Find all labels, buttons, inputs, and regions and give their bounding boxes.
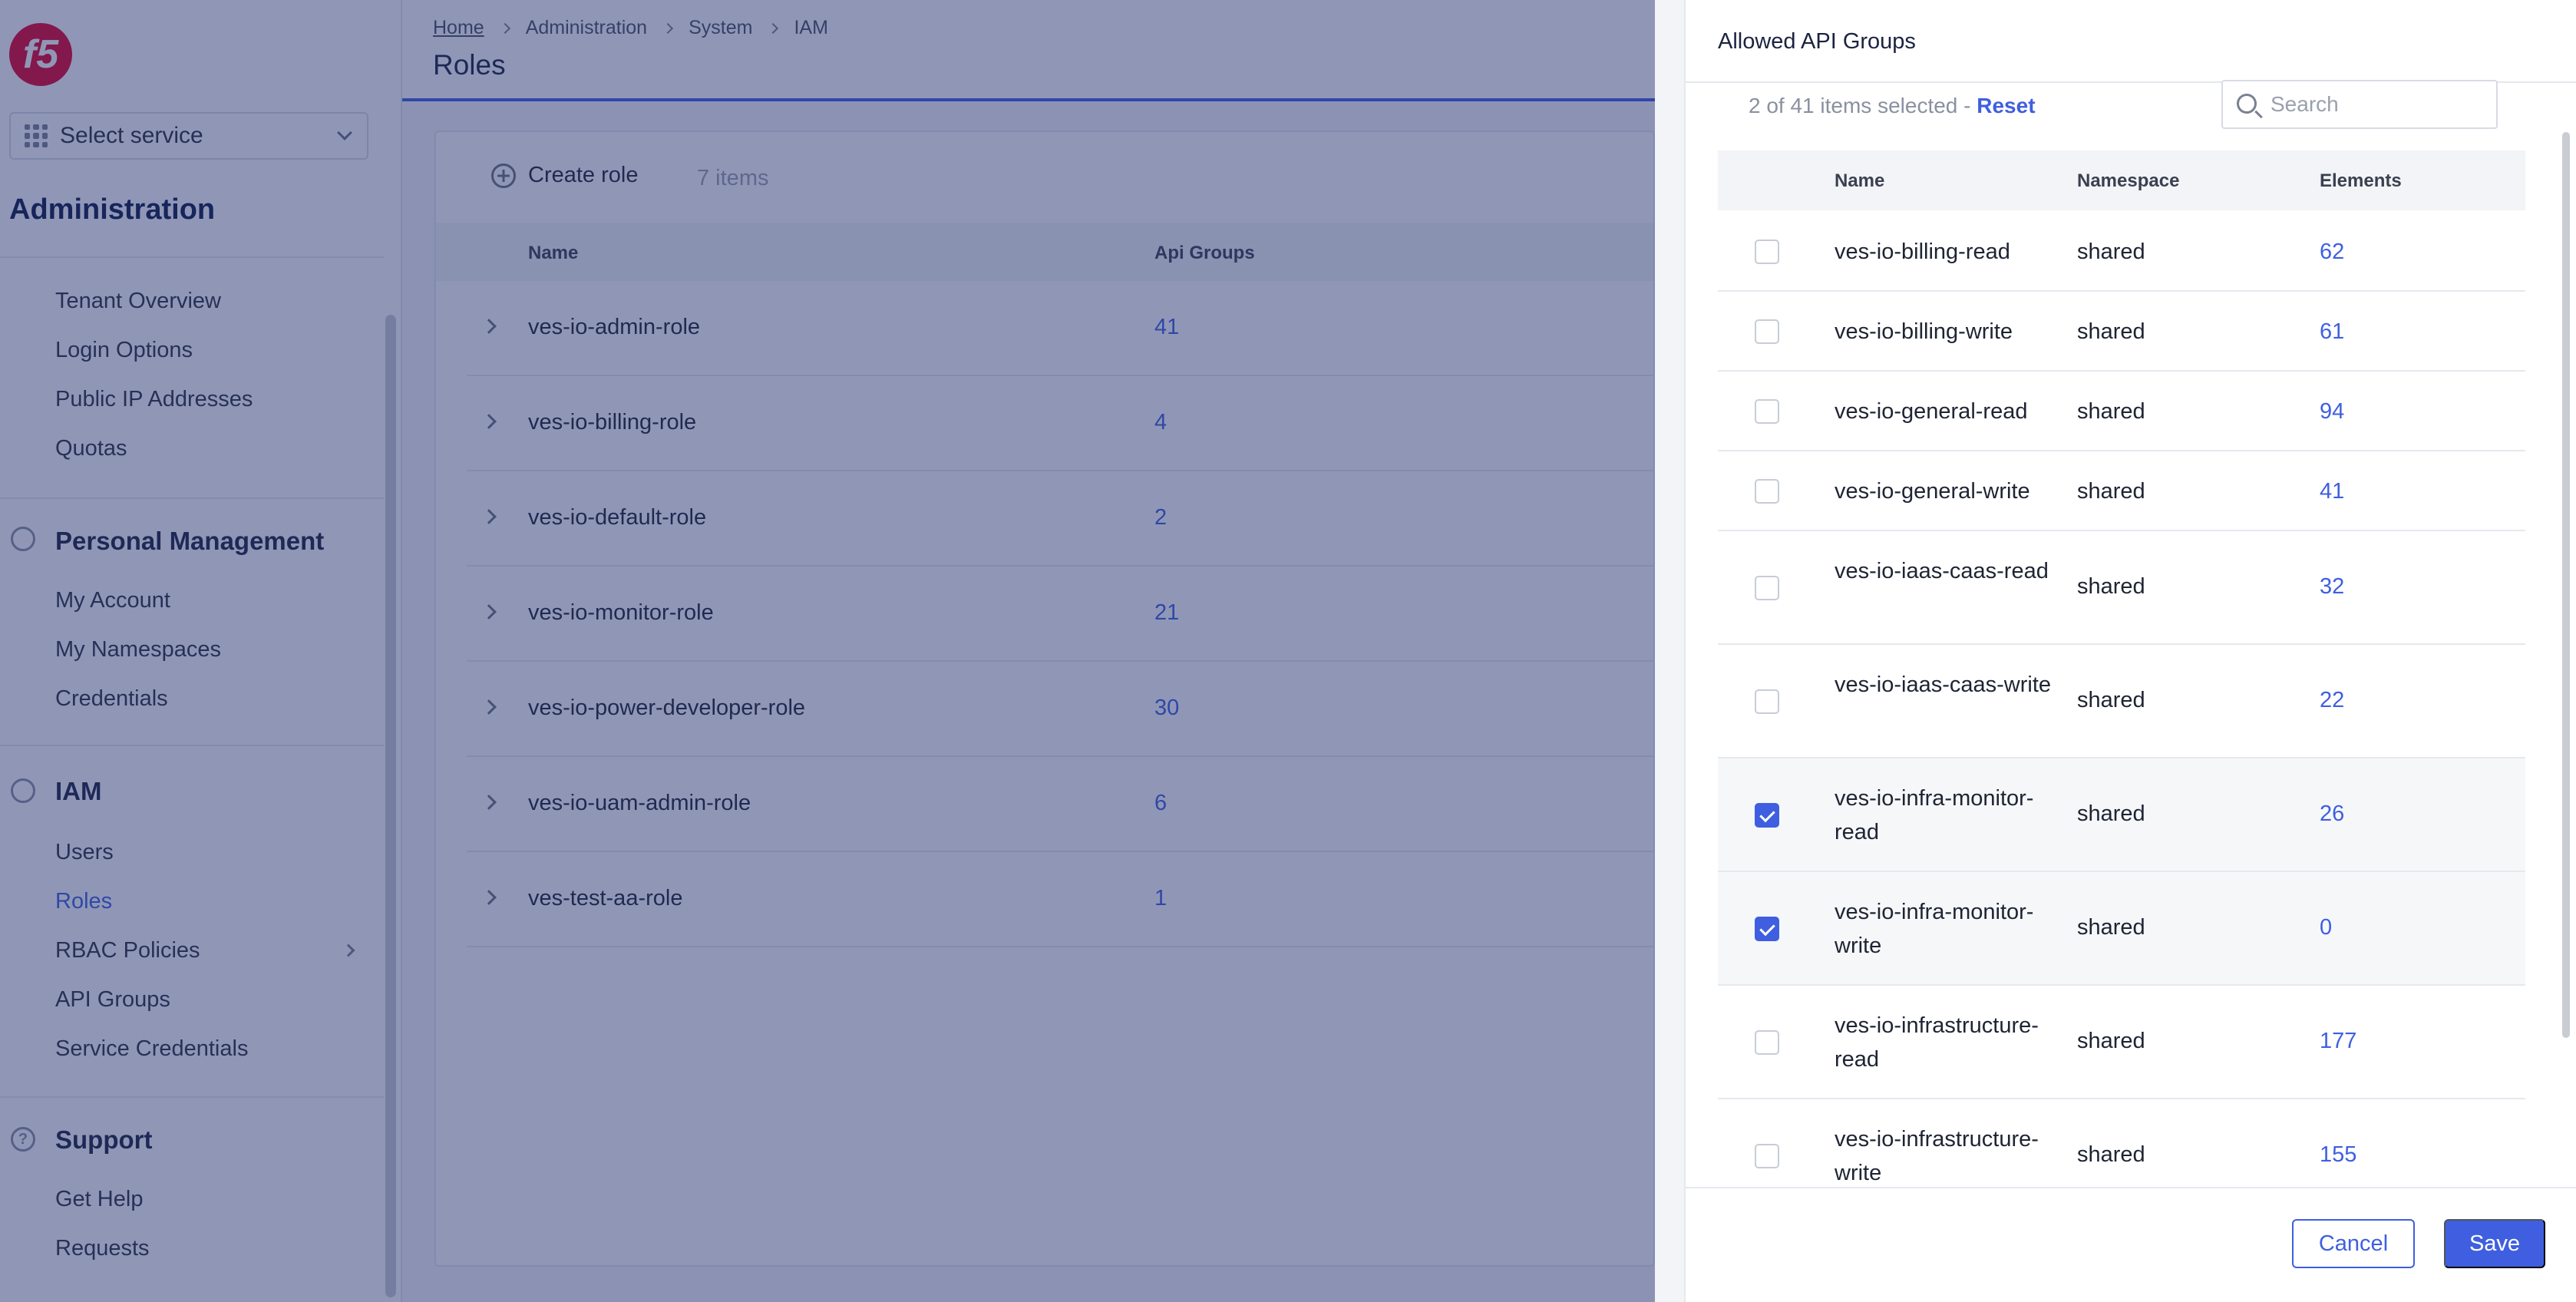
search-placeholder: Search [2271, 92, 2339, 116]
reset-link[interactable]: Reset [1977, 94, 2035, 117]
row-checkbox[interactable] [1755, 689, 1779, 714]
api-group-elements[interactable]: 177 [2320, 1029, 2356, 1054]
api-group-name: ves-io-general-read [1835, 399, 2028, 424]
api-group-namespace: shared [2077, 915, 2145, 940]
table-row[interactable]: ves-io-iaas-caas-write shared 22 [1718, 645, 2525, 758]
row-checkbox[interactable] [1755, 479, 1779, 504]
table-row[interactable]: ves-io-billing-read shared 62 [1718, 212, 2525, 292]
row-checkbox[interactable] [1755, 319, 1779, 344]
api-group-elements[interactable]: 61 [2320, 319, 2344, 345]
api-group-elements[interactable]: 26 [2320, 801, 2344, 827]
api-group-elements[interactable]: 22 [2320, 688, 2344, 713]
allowed-api-groups-drawer: Allowed API Groups 2 of 41 items selecte… [1655, 0, 2576, 1302]
api-group-name: ves-io-infrastructure-read [1835, 1013, 2039, 1072]
api-group-namespace: shared [2077, 801, 2145, 826]
api-group-elements[interactable]: 32 [2320, 574, 2344, 600]
api-group-namespace: shared [2077, 399, 2145, 424]
api-group-name: ves-io-infra-monitor-write [1835, 900, 2034, 958]
api-group-name: ves-io-infrastructure-write [1835, 1127, 2039, 1185]
row-checkbox[interactable] [1755, 399, 1779, 424]
cancel-button[interactable]: Cancel [2292, 1219, 2415, 1268]
table-row[interactable]: ves-io-infrastructure-read shared 177 [1718, 986, 2525, 1099]
selection-count: 2 of 41 items selected - [1749, 94, 1977, 117]
api-group-name: ves-io-billing-read [1835, 240, 2010, 264]
api-group-elements[interactable]: 0 [2320, 915, 2332, 940]
api-group-namespace: shared [2077, 479, 2145, 504]
api-group-name: ves-io-billing-write [1835, 319, 2013, 344]
table-row[interactable]: ves-io-infrastructure-write shared 155 [1718, 1099, 2525, 1185]
api-group-elements[interactable]: 41 [2320, 479, 2344, 504]
api-group-elements[interactable]: 94 [2320, 399, 2344, 425]
row-checkbox[interactable] [1755, 1030, 1779, 1055]
api-group-namespace: shared [2077, 1142, 2145, 1167]
api-group-namespace: shared [2077, 319, 2145, 344]
api-group-name: ves-io-general-write [1835, 479, 2030, 504]
column-header-elements[interactable]: Elements [2320, 170, 2402, 192]
column-header-namespace[interactable]: Namespace [2077, 170, 2179, 192]
table-row[interactable]: ves-io-billing-write shared 61 [1718, 292, 2525, 372]
api-group-namespace: shared [2077, 1029, 2145, 1053]
api-group-namespace: shared [2077, 688, 2145, 712]
api-group-elements[interactable]: 155 [2320, 1142, 2356, 1168]
selection-summary: 2 of 41 items selected - Reset [1749, 94, 2036, 118]
table-row[interactable]: ves-io-general-read shared 94 [1718, 372, 2525, 451]
drawer-footer-divider [1686, 1187, 2576, 1188]
search-input[interactable]: Search [2221, 80, 2498, 129]
api-group-name: ves-io-iaas-caas-write [1835, 672, 2052, 697]
save-button[interactable]: Save [2444, 1219, 2545, 1268]
row-checkbox-checked[interactable] [1755, 917, 1779, 941]
row-checkbox[interactable] [1755, 240, 1779, 264]
api-group-namespace: shared [2077, 240, 2145, 264]
api-group-namespace: shared [2077, 574, 2145, 599]
api-group-elements[interactable]: 62 [2320, 240, 2344, 265]
search-icon [2237, 94, 2257, 114]
drawer-title: Allowed API Groups [1718, 29, 1916, 54]
table-row[interactable]: ves-io-infra-monitor-write shared 0 [1718, 872, 2525, 986]
table-row[interactable]: ves-io-iaas-caas-read shared 32 [1718, 531, 2525, 645]
modal-backdrop[interactable] [0, 0, 1655, 1302]
table-row[interactable]: ves-io-infra-monitor-read shared 26 [1718, 758, 2525, 872]
table-row[interactable]: ves-io-general-write shared 41 [1718, 451, 2525, 531]
row-checkbox-checked[interactable] [1755, 803, 1779, 828]
drawer-scrollbar[interactable] [2562, 132, 2570, 1038]
row-checkbox[interactable] [1755, 1144, 1779, 1168]
api-group-name: ves-io-infra-monitor-read [1835, 786, 2034, 844]
api-group-name: ves-io-iaas-caas-read [1835, 559, 2049, 583]
column-header-name[interactable]: Name [1835, 170, 1884, 192]
api-groups-table-header: Name Namespace Elements [1718, 150, 2525, 210]
row-checkbox[interactable] [1755, 576, 1779, 600]
drawer-edge [1655, 0, 1686, 1302]
